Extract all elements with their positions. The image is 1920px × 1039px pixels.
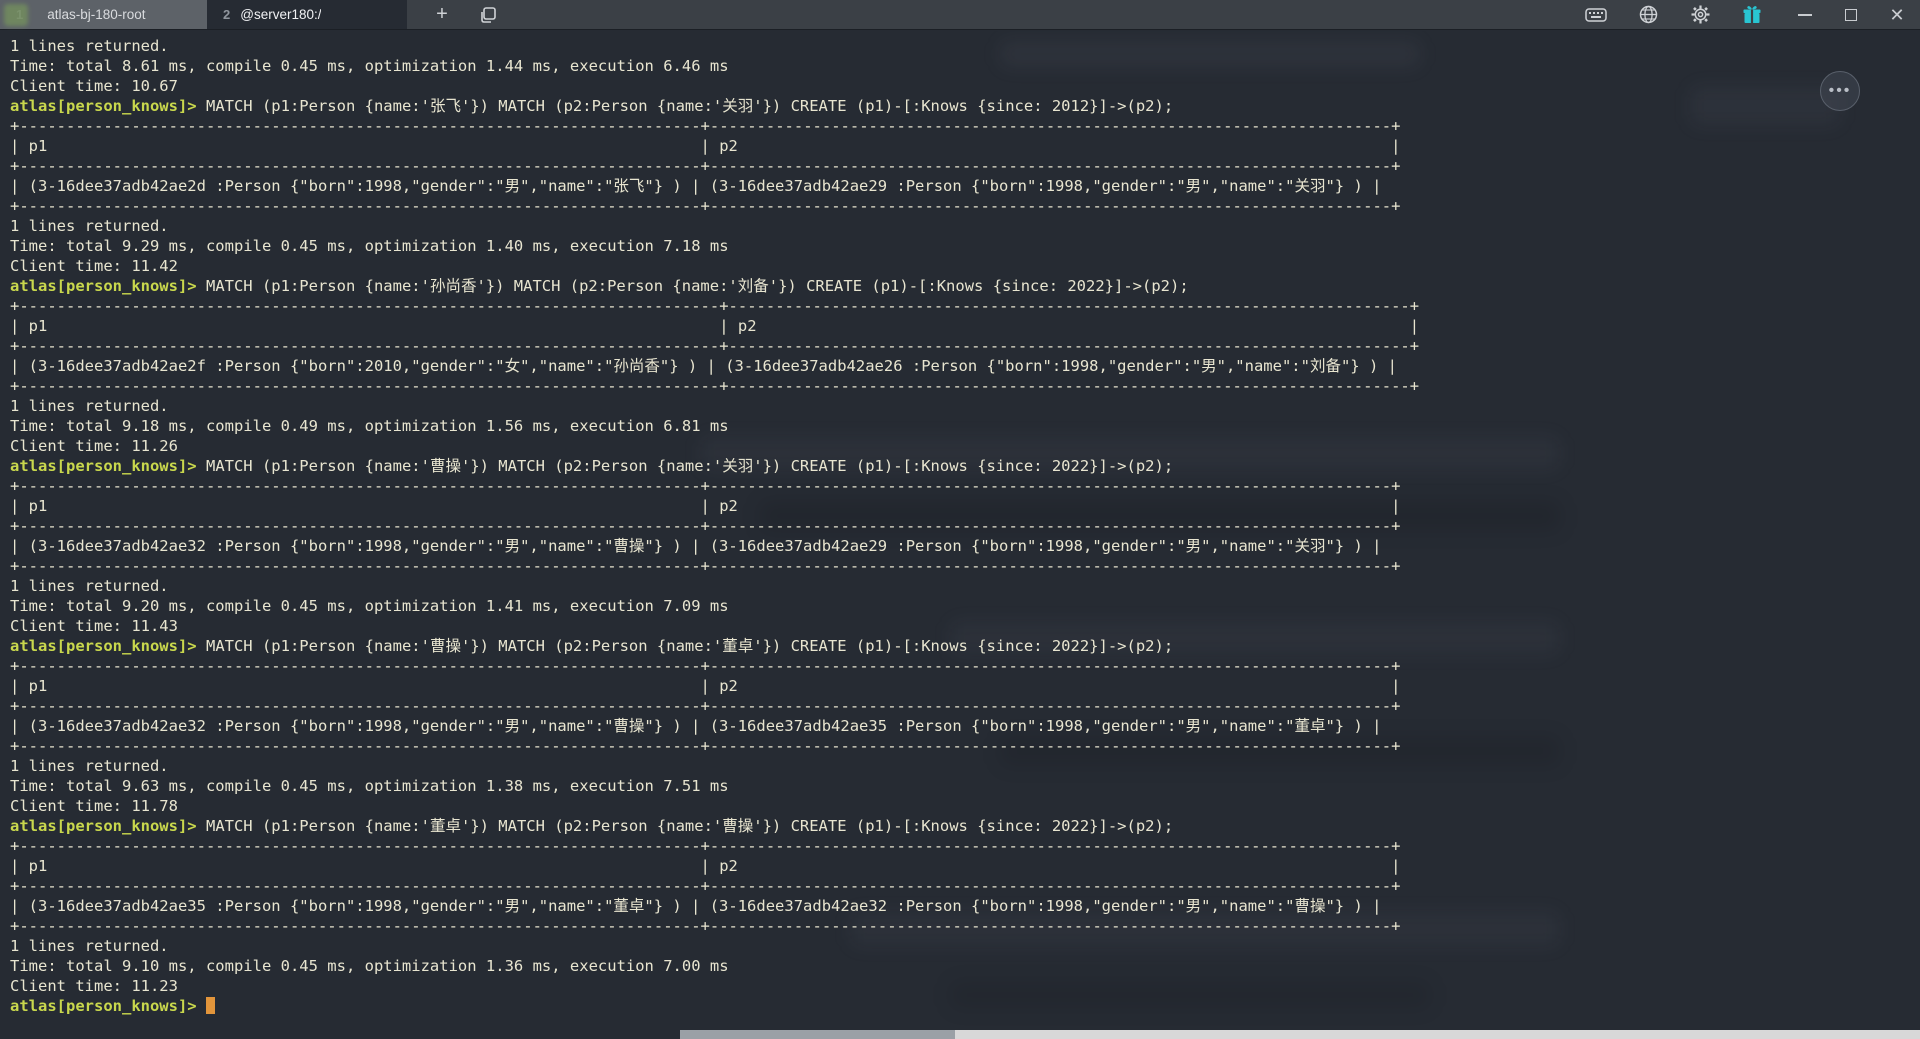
terminal-line: Client time: 11.78 <box>10 796 1920 816</box>
terminal-line: +---------------------------------------… <box>10 476 1920 496</box>
terminal-line: | (3-16dee37adb42ae2d :Person {"born":19… <box>10 176 1920 196</box>
terminal-line: 1 lines returned. <box>10 756 1920 776</box>
duplicate-tab-icon[interactable] <box>465 0 511 29</box>
more-options-button[interactable]: ••• <box>1820 71 1860 111</box>
terminal-line: | (3-16dee37adb42ae32 :Person {"born":19… <box>10 536 1920 556</box>
terminal-line: | p1 | p2 | <box>10 856 1920 876</box>
terminal-line: Time: total 9.10 ms, compile 0.45 ms, op… <box>10 956 1920 976</box>
tab-status-icon <box>4 4 28 26</box>
terminal-cursor <box>206 997 215 1014</box>
terminal-line: +---------------------------------------… <box>10 696 1920 716</box>
terminal-line: | p1 | p2 | <box>10 136 1920 156</box>
terminal-line: +---------------------------------------… <box>10 196 1920 216</box>
terminal-line: +---------------------------------------… <box>10 656 1920 676</box>
terminal-line: Client time: 11.23 <box>10 976 1920 996</box>
titlebar-drag-area <box>511 0 1570 29</box>
terminal-line: 1 lines returned. <box>10 216 1920 236</box>
terminal-line: +---------------------------------------… <box>10 736 1920 756</box>
tab-bar: 1 atlas-bj-180-root 2 @server180:/ + <box>0 0 1920 30</box>
terminal-output: 1 lines returned.Time: total 8.61 ms, co… <box>0 31 1920 1016</box>
tab-server180[interactable]: 2 @server180:/ <box>207 0 407 29</box>
terminal-line: +---------------------------------------… <box>10 516 1920 536</box>
terminal-line: | (3-16dee37adb42ae35 :Person {"born":19… <box>10 896 1920 916</box>
terminal-line: 1 lines returned. <box>10 396 1920 416</box>
terminal-line: +---------------------------------------… <box>10 556 1920 576</box>
terminal-line: Client time: 10.67 <box>10 76 1920 96</box>
terminal-line: 1 lines returned. <box>10 936 1920 956</box>
terminal-line: +---------------------------------------… <box>10 296 1920 316</box>
shell-prompt: atlas[person_knows]> <box>10 97 197 115</box>
scrollbar-track[interactable] <box>955 1030 1920 1039</box>
terminal-line: Client time: 11.26 <box>10 436 1920 456</box>
terminal-line: +---------------------------------------… <box>10 116 1920 136</box>
terminal-line: atlas[person_knows]> MATCH (p1:Person {n… <box>10 816 1920 836</box>
tab-atlas-bj-180-root[interactable]: 1 atlas-bj-180-root <box>0 0 207 29</box>
terminal-line: | p1 | p2 | <box>10 316 1920 336</box>
terminal-pane[interactable]: 1 lines returned.Time: total 8.61 ms, co… <box>0 31 1920 1039</box>
terminal-line: | p1 | p2 | <box>10 496 1920 516</box>
tab-number: 2 <box>223 7 230 22</box>
terminal-line: +---------------------------------------… <box>10 916 1920 936</box>
horizontal-scrollbar <box>0 1030 1920 1039</box>
close-button[interactable]: ✕ <box>1874 0 1920 30</box>
minimize-button[interactable] <box>1782 0 1828 30</box>
terminal-line: +---------------------------------------… <box>10 876 1920 896</box>
terminal-line: | (3-16dee37adb42ae2f :Person {"born":20… <box>10 356 1920 376</box>
shell-prompt: atlas[person_knows]> <box>10 457 197 475</box>
shell-prompt: atlas[person_knows]> <box>10 817 197 835</box>
terminal-line: 1 lines returned. <box>10 576 1920 596</box>
terminal-line: Time: total 9.63 ms, compile 0.45 ms, op… <box>10 776 1920 796</box>
new-tab-button[interactable]: + <box>419 0 465 29</box>
globe-icon[interactable] <box>1622 0 1674 30</box>
terminal-line: atlas[person_knows]> MATCH (p1:Person {n… <box>10 636 1920 656</box>
terminal-line: atlas[person_knows]> MATCH (p1:Person {n… <box>10 96 1920 116</box>
terminal-line: +---------------------------------------… <box>10 376 1920 396</box>
terminal-line: Client time: 11.42 <box>10 256 1920 276</box>
terminal-line: Time: total 9.18 ms, compile 0.49 ms, op… <box>10 416 1920 436</box>
shell-prompt: atlas[person_knows]> <box>10 997 197 1015</box>
terminal-line: Time: total 9.20 ms, compile 0.45 ms, op… <box>10 596 1920 616</box>
terminal-line: Time: total 8.61 ms, compile 0.45 ms, op… <box>10 56 1920 76</box>
terminal-line: +---------------------------------------… <box>10 836 1920 856</box>
terminal-line: atlas[person_knows]> <box>10 996 1920 1016</box>
maximize-button[interactable] <box>1828 0 1874 30</box>
terminal-line: atlas[person_knows]> MATCH (p1:Person {n… <box>10 276 1920 296</box>
terminal-line: Client time: 11.43 <box>10 616 1920 636</box>
terminal-line: atlas[person_knows]> MATCH (p1:Person {n… <box>10 456 1920 476</box>
terminal-line: 1 lines returned. <box>10 36 1920 56</box>
gift-icon[interactable] <box>1726 0 1778 30</box>
shell-prompt: atlas[person_knows]> <box>10 637 197 655</box>
terminal-line: | (3-16dee37adb42ae32 :Person {"born":19… <box>10 716 1920 736</box>
terminal-line: | p1 | p2 | <box>10 676 1920 696</box>
tab-label: @server180:/ <box>240 7 321 22</box>
shell-prompt: atlas[person_knows]> <box>10 277 197 295</box>
scrollbar-thumb[interactable] <box>680 1030 955 1039</box>
tab-label: atlas-bj-180-root <box>47 7 145 22</box>
settings-gear-icon[interactable] <box>1674 0 1726 30</box>
terminal-line: Time: total 9.29 ms, compile 0.45 ms, op… <box>10 236 1920 256</box>
terminal-line: +---------------------------------------… <box>10 156 1920 176</box>
terminal-line: +---------------------------------------… <box>10 336 1920 356</box>
keyboard-icon[interactable] <box>1570 0 1622 30</box>
